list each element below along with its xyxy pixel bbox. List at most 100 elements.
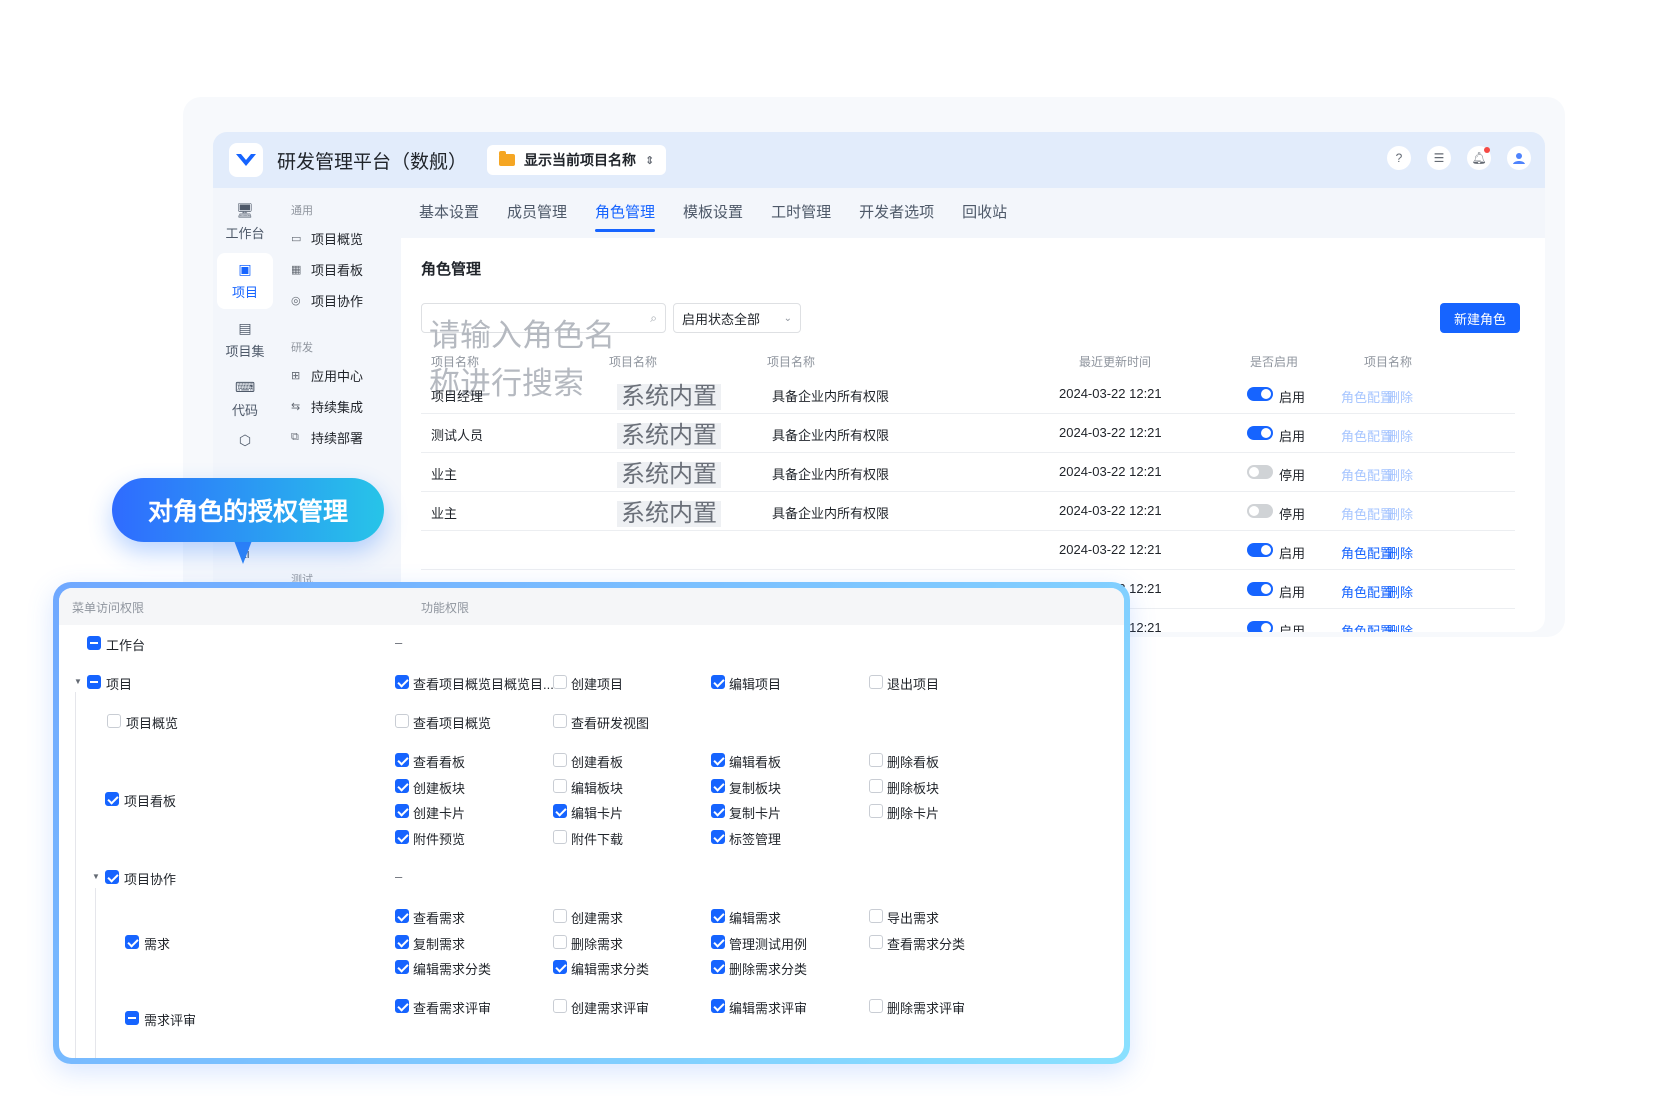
function-checkbox[interactable] xyxy=(711,753,725,767)
rail-item-project[interactable]: ▣ 项目 xyxy=(217,253,273,309)
search-input[interactable]: 请输入角色名称进行搜索 ⌕ xyxy=(421,303,666,401)
submenu-item-collab[interactable]: ◎ 项目协作 xyxy=(291,291,363,310)
function-checkbox[interactable] xyxy=(711,934,725,949)
menu-checkbox[interactable] xyxy=(87,675,101,689)
delete-link[interactable]: 删除 xyxy=(1387,390,1413,405)
monitor-icon: 🖥︎ xyxy=(236,202,254,218)
app-logo-icon[interactable] xyxy=(229,143,263,177)
function-checkbox[interactable] xyxy=(869,804,883,819)
function-checkbox[interactable] xyxy=(711,804,725,819)
menu-checkbox[interactable] xyxy=(125,935,139,949)
enable-toggle[interactable] xyxy=(1247,621,1273,632)
function-checkbox[interactable] xyxy=(395,934,409,949)
settings-sliders-icon[interactable]: ☰ xyxy=(1427,146,1451,170)
function-checkbox[interactable] xyxy=(553,778,567,793)
role-config-link[interactable]: 角色配置删除 xyxy=(1341,465,1413,484)
function-checkbox[interactable] xyxy=(553,999,567,1013)
enable-toggle[interactable] xyxy=(1247,504,1273,518)
enable-toggle[interactable] xyxy=(1247,426,1273,440)
tab-item[interactable]: 开发者选项 xyxy=(859,188,934,238)
function-checkbox[interactable] xyxy=(553,714,567,728)
role-type: 系统内置 xyxy=(617,501,721,527)
tab-item[interactable]: 回收站 xyxy=(962,188,1007,238)
project-selector[interactable]: 显示当前项目名称 ⇕ xyxy=(487,145,667,175)
role-config-link[interactable]: 角色配置删除 xyxy=(1341,387,1413,406)
rail-item-program[interactable]: ▤ 项目集 xyxy=(217,312,273,368)
function-checkbox[interactable] xyxy=(869,909,883,923)
delete-link[interactable]: 删除 xyxy=(1387,429,1413,444)
enable-toggle[interactable] xyxy=(1247,387,1273,401)
menu-checkbox[interactable] xyxy=(105,792,119,806)
function-checkbox[interactable] xyxy=(395,999,409,1013)
expand-caret-icon[interactable]: ▼ xyxy=(74,677,82,686)
function-checkbox[interactable] xyxy=(553,934,567,949)
function-checkbox[interactable] xyxy=(395,714,409,728)
function-label: 编辑需求分类 xyxy=(413,962,492,978)
function-checkbox[interactable] xyxy=(869,999,883,1013)
function-checkbox[interactable] xyxy=(553,675,567,689)
function-checkbox[interactable] xyxy=(869,753,883,767)
submenu-item-app-center[interactable]: ⊞ 应用中心 xyxy=(291,366,363,385)
function-label: 查看需求 xyxy=(413,911,466,926)
user-avatar-icon[interactable] xyxy=(1507,146,1531,170)
function-checkbox[interactable] xyxy=(395,909,409,923)
function-checkbox[interactable] xyxy=(553,909,567,923)
function-checkbox[interactable] xyxy=(711,830,725,845)
function-checkbox[interactable] xyxy=(395,675,409,689)
rail-item-code[interactable]: ⌨︎ 代码 xyxy=(217,371,273,427)
submenu-item-label: 项目协作 xyxy=(311,294,364,309)
submenu-item-board[interactable]: ▦ 项目看板 xyxy=(291,260,363,279)
tab-item[interactable]: 模板设置 xyxy=(683,188,743,238)
function-checkbox[interactable] xyxy=(395,830,409,845)
enable-toggle[interactable] xyxy=(1247,543,1273,557)
role-config-link[interactable]: 角色配置删除 xyxy=(1341,543,1413,562)
function-checkbox[interactable] xyxy=(869,778,883,793)
tab-item[interactable]: 基本设置 xyxy=(419,188,479,238)
rail-item-artifact[interactable]: ⬡ xyxy=(217,420,273,460)
menu-checkbox[interactable] xyxy=(125,1011,139,1025)
tab-item[interactable]: 工时管理 xyxy=(771,188,831,238)
bell-icon[interactable]: 🔔︎ xyxy=(1467,146,1491,170)
function-checkbox[interactable] xyxy=(869,675,883,689)
delete-link[interactable]: 删除 xyxy=(1387,468,1413,483)
function-checkbox[interactable] xyxy=(395,753,409,767)
role-config-link[interactable]: 角色配置删除 xyxy=(1341,504,1413,523)
function-checkbox[interactable] xyxy=(553,753,567,767)
role-config-link[interactable]: 角色配置删除 xyxy=(1341,426,1413,445)
enable-toggle[interactable] xyxy=(1247,582,1273,596)
collab-icon: ◎ xyxy=(291,295,301,307)
role-config-link[interactable]: 角色配置删除 xyxy=(1341,582,1413,601)
function-checkbox[interactable] xyxy=(395,804,409,819)
status-filter-select[interactable]: 启用状态全部 ⌄ xyxy=(673,303,801,333)
function-checkbox[interactable] xyxy=(711,778,725,793)
function-label: 删除需求 xyxy=(571,936,624,952)
menu-checkbox[interactable] xyxy=(87,636,101,650)
submenu-item-cd[interactable]: ⧉ 持续部署 xyxy=(291,428,363,447)
tab-item[interactable]: 角色管理 xyxy=(595,188,656,238)
menu-checkbox[interactable] xyxy=(105,870,119,884)
delete-link[interactable]: 删除 xyxy=(1387,585,1413,600)
function-checkbox[interactable] xyxy=(553,960,567,975)
delete-link[interactable]: 删除 xyxy=(1387,507,1413,522)
menu-checkbox[interactable] xyxy=(107,714,121,728)
function-checkbox[interactable] xyxy=(711,909,725,923)
enable-toggle[interactable] xyxy=(1247,465,1273,479)
function-checkbox[interactable] xyxy=(553,804,567,819)
function-checkbox[interactable] xyxy=(711,960,725,975)
function-checkbox[interactable] xyxy=(395,960,409,975)
help-icon[interactable]: ? xyxy=(1387,146,1411,170)
function-checkbox[interactable] xyxy=(395,778,409,793)
function-checkbox[interactable] xyxy=(711,999,725,1013)
delete-link[interactable]: 删除 xyxy=(1387,624,1413,632)
rail-item-workbench[interactable]: 🖥︎ 工作台 xyxy=(217,194,273,250)
function-checkbox[interactable] xyxy=(711,675,725,689)
expand-caret-icon[interactable]: ▼ xyxy=(92,872,100,881)
submenu-item-ci[interactable]: ⇆ 持续集成 xyxy=(291,397,363,416)
submenu-item-overview[interactable]: ▭ 项目概览 xyxy=(291,229,363,248)
delete-link[interactable]: 删除 xyxy=(1387,546,1413,561)
new-role-button[interactable]: 新建角色 xyxy=(1440,303,1520,333)
role-config-link[interactable]: 角色配置删除 xyxy=(1341,621,1413,632)
tab-item[interactable]: 成员管理 xyxy=(507,188,567,238)
function-checkbox[interactable] xyxy=(869,934,883,949)
function-checkbox[interactable] xyxy=(553,830,567,845)
